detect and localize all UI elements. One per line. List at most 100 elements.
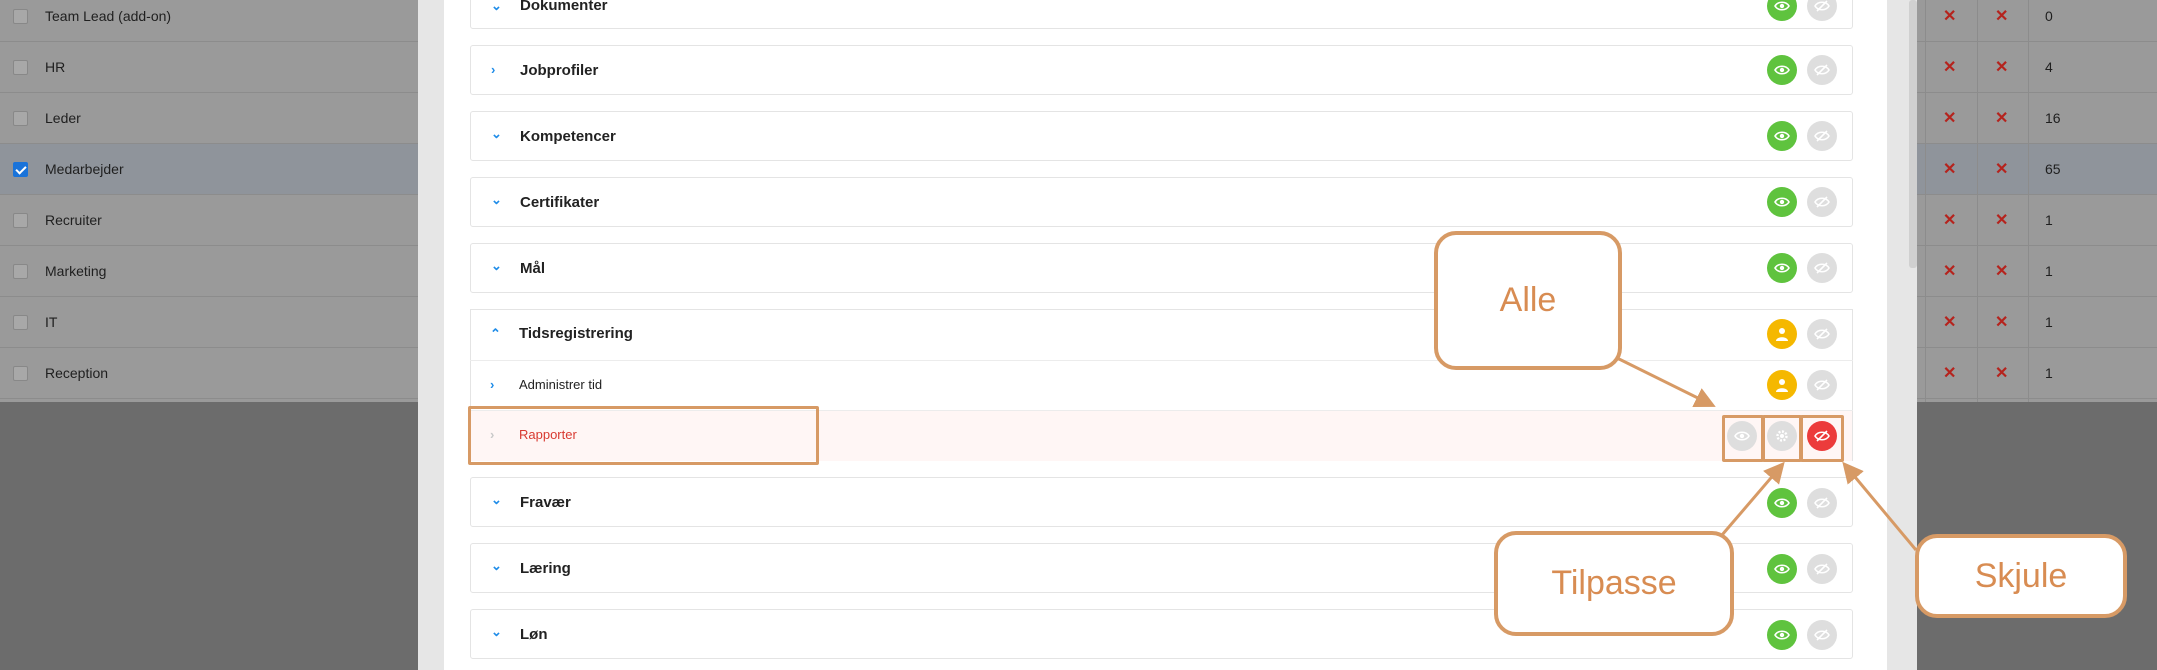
module-title: Tidsregistrering	[519, 325, 633, 342]
module-row-administrer-tid[interactable]: › Administrer tid	[470, 361, 1853, 410]
eye-slash-icon	[1814, 563, 1830, 575]
hide-button[interactable]	[1807, 187, 1837, 217]
hide-button[interactable]	[1807, 554, 1837, 584]
role-count: 1	[2045, 314, 2053, 330]
callout-alle: Alle	[1434, 231, 1622, 370]
eye-slash-icon	[1814, 379, 1830, 391]
chevron-down-icon[interactable]: ⌄	[491, 492, 502, 508]
chevron-down-icon[interactable]: ⌄	[491, 0, 502, 14]
person-icon	[1776, 379, 1788, 392]
role-name: Team Lead (add-on)	[45, 8, 172, 24]
hide-button[interactable]	[1807, 55, 1837, 85]
cross-icon: ✕	[1995, 212, 2009, 229]
role-name: Marketing	[45, 263, 107, 279]
module-title: Løn	[520, 626, 548, 643]
role-name: Recruiter	[45, 212, 102, 228]
module-row-fravaer[interactable]: ⌄ Fravær	[470, 477, 1853, 527]
chevron-right-icon[interactable]: ›	[490, 377, 494, 392]
eye-icon	[1774, 498, 1790, 508]
row-checkbox[interactable]	[13, 111, 28, 126]
chevron-down-icon[interactable]: ⌄	[491, 624, 502, 640]
chevron-up-icon[interactable]: ⌃	[490, 326, 501, 342]
annotation-highlight-hide	[1800, 415, 1844, 462]
modal-scrollbar[interactable]	[1909, 0, 1917, 268]
eye-icon	[1774, 65, 1790, 75]
hide-button[interactable]	[1807, 121, 1837, 151]
eye-slash-icon	[1814, 262, 1830, 274]
hide-button[interactable]	[1807, 620, 1837, 650]
module-row-tidsregistrering[interactable]: ⌃ Tidsregistrering	[470, 309, 1853, 360]
cross-icon: ✕	[1995, 8, 2009, 25]
cross-icon: ✕	[1943, 263, 1957, 280]
role-name: IT	[45, 314, 58, 330]
chevron-right-icon[interactable]: ›	[491, 62, 495, 77]
annotation-highlight-show-all	[1722, 415, 1764, 462]
row-checkbox[interactable]	[13, 366, 28, 381]
eye-slash-icon	[1814, 196, 1830, 208]
cross-icon: ✕	[1995, 314, 2009, 331]
eye-slash-icon	[1814, 629, 1830, 641]
show-all-button[interactable]	[1767, 121, 1797, 151]
show-all-button[interactable]	[1767, 253, 1797, 283]
show-all-button[interactable]	[1767, 55, 1797, 85]
module-title: Dokumenter	[520, 0, 608, 14]
show-all-button[interactable]	[1767, 554, 1797, 584]
annotation-highlight-rapporter	[468, 406, 819, 465]
chevron-down-icon[interactable]: ⌄	[491, 558, 502, 574]
chevron-down-icon[interactable]: ⌄	[491, 192, 502, 208]
hide-button[interactable]	[1807, 370, 1837, 400]
module-row-maal[interactable]: ⌄ Mål	[470, 243, 1853, 293]
role-count: 1	[2045, 365, 2053, 381]
callout-tilpasse: Tilpasse	[1494, 531, 1734, 636]
eye-icon	[1774, 197, 1790, 207]
role-count: 0	[2045, 8, 2053, 24]
module-row-kompetencer[interactable]: ⌄ Kompetencer	[470, 111, 1853, 161]
show-all-button[interactable]	[1767, 187, 1797, 217]
chevron-down-icon[interactable]: ⌄	[491, 126, 502, 142]
cross-icon: ✕	[1943, 365, 1957, 382]
column-divider	[1925, 0, 1926, 402]
show-all-button[interactable]	[1767, 620, 1797, 650]
hide-button[interactable]	[1807, 253, 1837, 283]
role-count: 1	[2045, 263, 2053, 279]
role-name: Medarbejder	[45, 161, 124, 177]
hide-button[interactable]	[1807, 319, 1837, 349]
role-count: 1	[2045, 212, 2053, 228]
show-all-button[interactable]	[1767, 488, 1797, 518]
eye-icon	[1774, 564, 1790, 574]
cross-icon: ✕	[1943, 212, 1957, 229]
customize-button[interactable]	[1767, 319, 1797, 349]
module-title: Certifikater	[520, 194, 600, 211]
eye-slash-icon	[1814, 0, 1830, 12]
cross-icon: ✕	[1943, 161, 1957, 178]
role-count: 4	[2045, 59, 2053, 75]
row-checkbox[interactable]	[13, 60, 28, 75]
eye-slash-icon	[1814, 497, 1830, 509]
chevron-down-icon[interactable]: ⌄	[491, 258, 502, 274]
row-checkbox[interactable]	[13, 315, 28, 330]
role-count: 16	[2045, 110, 2061, 126]
eye-icon	[1774, 131, 1790, 141]
module-row-certifikater[interactable]: ⌄ Certifikater	[470, 177, 1853, 227]
row-checkbox[interactable]	[13, 213, 28, 228]
role-count: 65	[2045, 161, 2061, 177]
cross-icon: ✕	[1943, 8, 1957, 25]
module-title: Fravær	[520, 494, 571, 511]
row-checkbox[interactable]	[13, 264, 28, 279]
cross-icon: ✕	[1995, 110, 2009, 127]
eye-slash-icon	[1814, 328, 1830, 340]
row-checkbox[interactable]	[13, 162, 28, 177]
row-checkbox[interactable]	[13, 9, 28, 24]
hide-button[interactable]	[1807, 488, 1837, 518]
cross-icon: ✕	[1995, 365, 2009, 382]
module-title: Læring	[520, 560, 571, 577]
module-title: Jobprofiler	[520, 62, 599, 79]
cross-icon: ✕	[1995, 263, 2009, 280]
column-divider	[1977, 0, 1978, 402]
cross-icon: ✕	[1943, 59, 1957, 76]
eye-slash-icon	[1814, 64, 1830, 76]
module-row-jobprofiler[interactable]: › Jobprofiler	[470, 45, 1853, 95]
module-row-dokumenter[interactable]: ⌄ Dokumenter	[470, 0, 1853, 29]
customize-button[interactable]	[1767, 370, 1797, 400]
annotation-highlight-customize	[1762, 415, 1802, 462]
